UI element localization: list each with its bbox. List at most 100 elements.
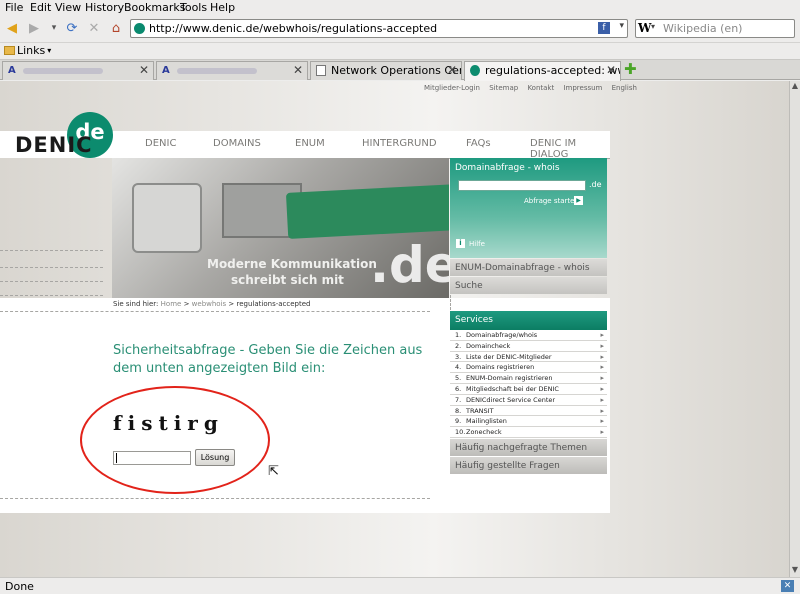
- service-label: Domains registrieren: [466, 363, 535, 372]
- menu-bookmarks[interactable]: Bookmarks: [124, 1, 185, 14]
- chevron-right-icon: ▸: [600, 395, 604, 404]
- services-box: Services 1. Domainabfrage/whois ▸ 2. Domain…: [450, 311, 607, 474]
- tab-3[interactable]: Network Operations Centre ✕: [310, 61, 462, 80]
- hero-image: Moderne Kommunikation schreibt sich mit …: [112, 158, 449, 298]
- service-item[interactable]: 8. TRANSIT ▸: [450, 405, 607, 417]
- breadcrumb-home[interactable]: Home: [161, 300, 182, 308]
- service-item[interactable]: 1. Domainabfrage/whois ▸: [450, 330, 607, 341]
- breadcrumb-separator: >: [228, 300, 235, 308]
- tab-4[interactable]: regulations-accepted: www.... ✕: [464, 61, 621, 81]
- nav-denic[interactable]: DENIC: [145, 138, 176, 149]
- hero-tagline: Moderne Kommunikation schreibt sich mit: [207, 256, 377, 288]
- menu-edit[interactable]: Edit: [30, 1, 51, 14]
- whois-input[interactable]: [458, 180, 586, 191]
- tab-title: regulations-accepted: www....: [485, 64, 620, 77]
- new-tab-icon[interactable]: ✚: [624, 62, 638, 77]
- chevron-right-icon: ▸: [600, 331, 604, 339]
- whois-submit-label[interactable]: Abfrage starten: [524, 197, 579, 205]
- service-label: TRANSIT: [466, 406, 494, 415]
- nav-enum[interactable]: ENUM: [295, 138, 325, 149]
- chevron-right-icon: ▸: [600, 341, 604, 350]
- navigation-toolbar: ◀ ▶ ▾ ⟳ ✕ ⌂ http://www.denic.de/webwhois…: [0, 15, 800, 42]
- service-item[interactable]: 7. DENICdirect Service Center ▸: [450, 394, 607, 406]
- faq-questions-box[interactable]: Häufig gestellte Fragen: [450, 456, 607, 474]
- close-tab-icon[interactable]: ✕: [606, 63, 616, 77]
- info-icon[interactable]: i: [456, 239, 465, 248]
- service-num: 2.: [455, 341, 462, 350]
- wikipedia-icon[interactable]: W: [638, 21, 651, 35]
- vertical-scrollbar[interactable]: ▲ ▼: [789, 81, 800, 577]
- service-item[interactable]: 4. Domains registrieren ▸: [450, 362, 607, 374]
- back-icon[interactable]: ◀: [2, 18, 22, 38]
- nav-domains[interactable]: DOMAINS: [213, 138, 261, 149]
- feed-icon[interactable]: f: [598, 22, 610, 34]
- menu-view[interactable]: View: [55, 1, 81, 14]
- service-item[interactable]: 2. Domaincheck ▸: [450, 340, 607, 352]
- menu-history[interactable]: History: [85, 1, 124, 14]
- home-icon[interactable]: ⌂: [106, 18, 126, 38]
- close-tab-icon[interactable]: ✕: [139, 63, 149, 77]
- scroll-down-icon[interactable]: ▼: [790, 565, 800, 577]
- whois-help-link[interactable]: Hilfe: [469, 240, 485, 248]
- menu-file[interactable]: File: [5, 1, 23, 14]
- link-kontakt[interactable]: Kontakt: [527, 84, 554, 92]
- faq-themes-box[interactable]: Häufig nachgefragte Themen: [450, 438, 607, 456]
- tab-favicon-icon: A: [162, 65, 170, 76]
- forward-icon[interactable]: ▶: [24, 18, 44, 38]
- url-bar[interactable]: http://www.denic.de/webwhois/regulations…: [130, 19, 628, 38]
- annotation-circle: [80, 386, 270, 494]
- nav-hintergrund[interactable]: HINTERGRUND: [362, 138, 437, 149]
- service-label: Domaincheck: [466, 341, 511, 350]
- main-nav: DENIC DOMAINS ENUM HINTERGRUND FAQs DENI…: [112, 131, 610, 160]
- service-item[interactable]: 6. Mitgliedschaft bei der DENIC ▸: [450, 383, 607, 395]
- nav-denic-im-dialog[interactable]: DENIC IM DIALOG: [530, 138, 610, 160]
- service-label: Zonecheck: [466, 428, 502, 437]
- close-tab-icon[interactable]: ✕: [447, 63, 457, 77]
- tab-title-blurred: [177, 68, 257, 74]
- link-mitglieder-login[interactable]: Mitglieder-Login: [424, 84, 480, 92]
- status-bar: Done ✕: [0, 577, 800, 594]
- tab-title: Network Operations Centre: [331, 64, 461, 77]
- link-sitemap[interactable]: Sitemap: [489, 84, 518, 92]
- service-item[interactable]: 10.Zonecheck ▸: [450, 427, 607, 438]
- top-links: Mitglieder-Login Sitemap Kontakt Impress…: [424, 84, 644, 92]
- play-arrow-icon[interactable]: ▶: [574, 196, 583, 205]
- tab-strip: A ✕ A ✕ Network Operations Centre ✕ regu…: [0, 60, 800, 81]
- addon-icon[interactable]: ✕: [781, 580, 794, 592]
- mouse-cursor-icon: ⇱: [268, 464, 279, 479]
- history-dropdown-icon[interactable]: ▾: [44, 18, 64, 38]
- stop-icon[interactable]: ✕: [84, 18, 104, 38]
- service-item[interactable]: 3. Liste der DENIC-Mitglieder ▸: [450, 351, 607, 363]
- menu-help[interactable]: Help: [210, 1, 235, 14]
- url-dropdown-icon[interactable]: ▾: [619, 21, 624, 31]
- enum-whois-box[interactable]: ENUM-Domainabfrage - whois: [450, 259, 607, 276]
- bookmark-folder-links[interactable]: Links ▾: [4, 44, 51, 57]
- bookmark-folder-label: Links: [17, 44, 46, 57]
- search-engine-dropdown-icon[interactable]: ▾: [651, 22, 655, 31]
- close-tab-icon[interactable]: ✕: [293, 63, 303, 77]
- service-item[interactable]: 9. Mailinglisten ▸: [450, 416, 607, 428]
- service-num: 6.: [455, 384, 462, 393]
- menu-tools[interactable]: Tools: [180, 1, 207, 14]
- search-placeholder[interactable]: Wikipedia (en): [663, 22, 742, 35]
- tab-2[interactable]: A ✕: [156, 61, 308, 80]
- link-english[interactable]: English: [612, 84, 637, 92]
- suche-box[interactable]: Suche: [450, 277, 607, 294]
- search-bar[interactable]: W ▾ Wikipedia (en): [635, 19, 795, 38]
- service-num: 5.: [455, 374, 462, 383]
- breadcrumb-webwhois[interactable]: webwhois: [192, 300, 227, 308]
- whois-box: Domainabfrage - whois .de Abfrage starte…: [450, 158, 607, 258]
- url-text[interactable]: http://www.denic.de/webwhois/regulations…: [149, 22, 437, 35]
- nav-faqs[interactable]: FAQs: [466, 138, 491, 149]
- tab-1[interactable]: A ✕: [2, 61, 154, 80]
- link-impressum[interactable]: Impressum: [563, 84, 602, 92]
- site-favicon-icon: [134, 23, 145, 34]
- page-icon: [316, 65, 326, 76]
- service-num: 3.: [455, 352, 462, 361]
- reload-icon[interactable]: ⟳: [62, 18, 82, 38]
- service-label: Liste der DENIC-Mitglieder: [466, 352, 552, 361]
- service-item[interactable]: 5. ENUM-Domain registrieren ▸: [450, 373, 607, 384]
- denic-logo[interactable]: de DENIC: [13, 112, 113, 158]
- hero-tagline-line1: Moderne Kommunikation: [207, 257, 377, 271]
- scroll-up-icon[interactable]: ▲: [790, 81, 800, 93]
